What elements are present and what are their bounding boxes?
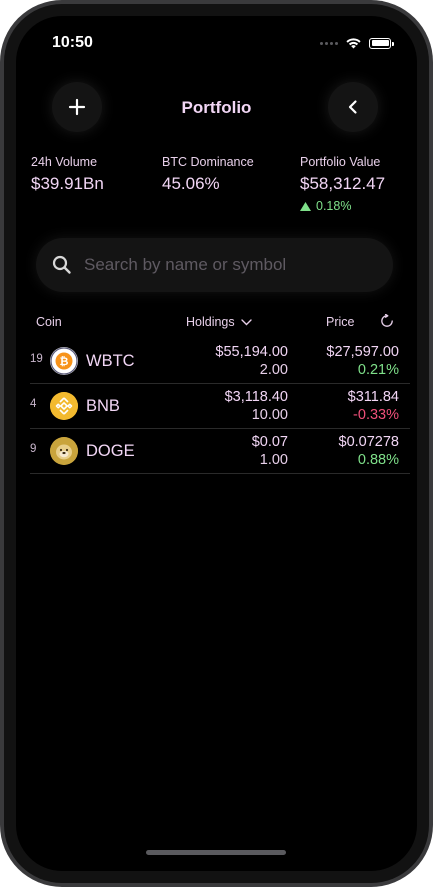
back-button[interactable] (328, 82, 378, 132)
notch (136, 16, 298, 46)
stat-value: 45.06% (162, 174, 220, 193)
price-change: 0.21% (357, 362, 399, 378)
holdings-value: $55,194.00 (215, 344, 288, 360)
stat-label: Portfolio Value (300, 155, 381, 169)
coin-price: $311.84 (347, 389, 399, 405)
coin-price: $27,597.00 (326, 344, 399, 360)
holdings-quantity: 10.00 (251, 407, 288, 423)
refresh-icon[interactable] (380, 314, 394, 328)
coin-symbol: DOGE (86, 442, 135, 460)
search-bar[interactable] (36, 238, 393, 292)
coin-row[interactable]: 9 DOGE $0.07 1.00 $0.07278 0.88% (30, 429, 410, 474)
search-input[interactable] (82, 254, 366, 276)
coin-row[interactable]: 19 ₿ WBTC $55,194.00 2.00 $27,597.00 0.2… (30, 339, 410, 384)
portfolio-change-value: 0.18% (316, 199, 352, 213)
coin-symbol: WBTC (86, 352, 135, 370)
holdings-quantity: 2.00 (259, 362, 288, 378)
wbtc-icon: ₿ (50, 347, 78, 375)
stat-btc-dominance: BTC Dominance 45.06% (162, 155, 254, 194)
column-header-coin[interactable]: Coin (36, 315, 62, 329)
coin-symbol: BNB (86, 397, 120, 415)
coin-row[interactable]: 4 BNB $3,118.40 10.00 $311.84 -0.33% (30, 384, 410, 429)
status-icons (320, 37, 394, 49)
wifi-icon (346, 38, 361, 49)
holdings-value: $3,118.40 (224, 389, 288, 405)
portfolio-change: 0.18% (300, 199, 385, 213)
price-change: 0.88% (357, 452, 399, 468)
coin-rank: 4 (30, 398, 37, 410)
triangle-up-icon (300, 201, 311, 211)
column-header-holdings[interactable]: Holdings (186, 315, 252, 329)
coin-rank: 19 (30, 353, 43, 365)
status-time: 10:50 (52, 34, 93, 51)
stat-value: $39.91Bn (31, 174, 104, 193)
search-icon (52, 255, 71, 274)
bnb-icon (50, 392, 78, 420)
stat-label: BTC Dominance (162, 155, 254, 169)
holdings-value: $0.07 (251, 434, 288, 450)
cellular-signal-icon (320, 41, 338, 45)
chevron-left-icon (348, 100, 357, 114)
svg-text:₿: ₿ (60, 356, 69, 368)
home-indicator[interactable] (146, 850, 286, 855)
column-header-price[interactable]: Price (326, 315, 354, 329)
price-change: -0.33% (353, 407, 399, 423)
holdings-quantity: 1.00 (259, 452, 288, 468)
chevron-down-icon (240, 318, 252, 325)
coin-rank: 9 (30, 443, 37, 455)
stat-label: 24h Volume (31, 155, 98, 169)
column-header-holdings-label: Holdings (186, 315, 235, 329)
doge-icon (50, 437, 78, 465)
app-screen: 10:50 Portfolio 24h Volume $39.91Bn BTC … (16, 16, 417, 871)
coin-price: $0.07278 (338, 434, 399, 450)
stat-24h-volume: 24h Volume $39.91Bn (31, 155, 104, 194)
stat-value: $58,312.47 (300, 174, 386, 193)
stat-portfolio-value: Portfolio Value $58,312.47 0.18% (300, 155, 385, 213)
coin-list: 19 ₿ WBTC $55,194.00 2.00 $27,597.00 0.2… (30, 339, 410, 474)
battery-icon (369, 37, 394, 49)
